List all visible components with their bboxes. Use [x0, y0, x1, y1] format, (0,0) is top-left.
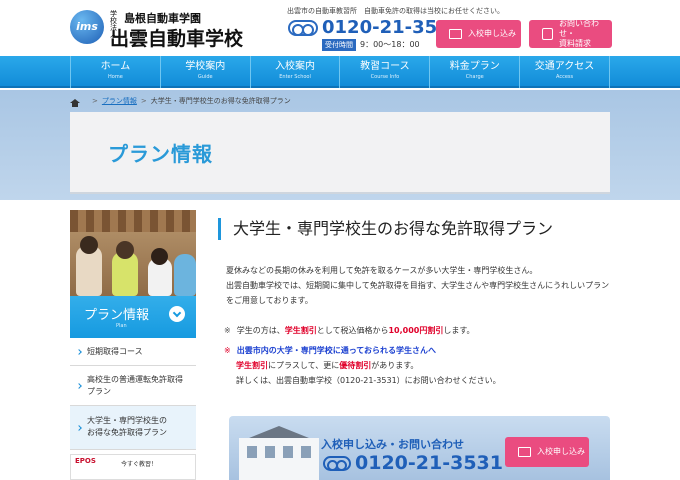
sidebar-heading: プラン情報 Plan	[70, 296, 196, 338]
hours-label: 受付時間	[322, 39, 356, 51]
contact-note: 詳しくは、出雲自動車学校（0120-21-3531）にお問い合わせください。	[236, 376, 501, 385]
highlight-text: 出雲市内の大学・専門学校に通っておられる学生さんへ	[236, 346, 437, 355]
extra-discount-note: 学生割引にプラスして、更に優待割引があります。	[236, 358, 418, 373]
students-photo	[70, 210, 196, 296]
banner-text: 今すぐ教習！	[121, 461, 158, 468]
sidebar-item-university-plan[interactable]: 大学生・専門学校生の お得な免許取得プラン	[70, 406, 196, 450]
nav-item-charge[interactable]: 料金プラン Charge	[430, 56, 521, 88]
note-text: 学生の方は、	[236, 326, 285, 335]
pen-icon	[542, 28, 553, 40]
home-icon[interactable]	[70, 99, 80, 107]
highlight-text: 10,000円割引	[388, 326, 444, 335]
inquiry-label-line1: お問い合わせ・	[559, 19, 599, 38]
site-header: ims 学校法人 島根自動車学園 出雲自動車学校 出雲市の自動車教習所 自動車免…	[0, 0, 680, 56]
sidebar-heading-label: プラン情報	[84, 308, 150, 323]
computer-icon	[518, 447, 531, 457]
contact-apply-button-label: 入校申し込み	[537, 447, 585, 456]
nav-item-access[interactable]: 交通アクセス Access	[520, 56, 610, 88]
nav-label: ホーム	[100, 61, 131, 72]
highlight-text: 学生割引	[236, 361, 268, 370]
intro-line: をご用意しております。	[226, 296, 313, 305]
note-text: として税込価格から	[316, 326, 389, 335]
intro-line: 夏休みなどの長期の休みを利用して免許を取るケースが多い大学生・専門学校生さん。	[226, 266, 538, 275]
highlight-text: 優待割引	[339, 361, 372, 370]
header-note: 出雲市の自動車教習所 自動車免許の取得は当校にお任せください。	[287, 7, 504, 15]
sidebar-item-label-line1: 大学生・専門学校生の	[87, 416, 167, 425]
ims-logo-icon: ims	[70, 10, 104, 44]
content-title: 大学生・専門学校生のお得な免許取得プラン	[218, 218, 553, 240]
nav-label: 交通アクセス	[534, 61, 595, 72]
contact-phone-number[interactable]: 0120-21-3531	[355, 452, 503, 474]
nav-sublabel: Course Info	[370, 74, 400, 80]
note-text: があります。	[371, 361, 419, 370]
school-building-image	[239, 438, 319, 480]
freedial-icon	[323, 456, 351, 471]
nav-sublabel: Home	[108, 74, 123, 80]
global-nav: ホーム Home 学校案内 Guide 入校案内 Enter School 教習…	[0, 56, 680, 88]
page-title-panel: プラン情報	[70, 112, 610, 194]
inquiry-button[interactable]: お問い合わせ・ 資料請求	[529, 19, 612, 49]
chevron-down-icon[interactable]	[169, 306, 185, 322]
apply-button-label: 入校申し込み	[468, 29, 516, 38]
intro-paragraph: 夏休みなどの長期の休みを利用して免許を取るケースが多い大学生・専門学校生さん。 …	[226, 263, 616, 308]
breadcrumb-separator: >	[140, 97, 147, 105]
nav-label: 教習コース	[360, 61, 410, 72]
breadcrumb-link-plan[interactable]: プラン情報	[102, 96, 137, 106]
nav-sublabel: Charge	[465, 74, 484, 80]
nav-sublabel: Access	[555, 74, 574, 80]
highlight-text: 学生割引	[284, 326, 317, 335]
nav-sublabel: Enter School	[279, 74, 311, 80]
note-mark: ※	[224, 326, 231, 335]
nav-label: 入校案内	[275, 61, 316, 72]
sidebar-item-label-line2: お得な免許取得プラン	[87, 428, 167, 437]
local-student-note: ※ 出雲市内の大学・専門学校に通っておられる学生さんへ	[224, 343, 436, 358]
site-logo[interactable]: ims 学校法人 島根自動車学園 出雲自動車学校	[70, 10, 245, 50]
contact-box: 入校申し込み・お問い合わせ 0120-21-3531 入校申し込み	[229, 416, 610, 480]
contact-box-title: 入校申し込み・お問い合わせ	[321, 438, 464, 451]
breadcrumb-separator: >	[92, 97, 98, 105]
page-title: プラン情報	[108, 142, 213, 166]
logo-title: 出雲自動車学校	[110, 28, 244, 50]
sidebar-item-label: 短期取得コース	[87, 347, 143, 356]
inquiry-button-label: お問い合わせ・ 資料請求	[559, 19, 612, 49]
nav-label: 学校案内	[185, 61, 226, 72]
sidebar-item-short-course[interactable]: 短期取得コース	[70, 338, 196, 366]
sidebar-heading-sub: Plan	[116, 323, 127, 329]
nav-item-course[interactable]: 教習コース Course Info	[340, 56, 431, 88]
contact-apply-button[interactable]: 入校申し込み	[505, 437, 589, 467]
nav-item-enter[interactable]: 入校案内 Enter School	[251, 56, 341, 88]
note-mark: ※	[224, 346, 231, 355]
sidebar-item-label-line1: 高校生の普通運転免許取得	[87, 375, 183, 384]
sidebar-item-label-line2: プラン	[87, 387, 111, 396]
breadcrumb-current: 大学生・専門学校生のお得な免許取得プラン	[150, 97, 291, 105]
freedial-icon	[288, 20, 318, 36]
intro-line: 出雲自動車学校では、短期間に集中して免許取得を目指す、大学生さんや専門学校生さん…	[226, 281, 610, 290]
epos-logo: EPOS	[75, 457, 96, 465]
hours-value: 9：00～18：00	[360, 40, 420, 49]
breadcrumb: > プラン情報 > 大学生・専門学校生のお得な免許取得プラン	[70, 96, 291, 107]
nav-item-guide[interactable]: 学校案内 Guide	[161, 56, 251, 88]
note-text: します。	[443, 326, 475, 335]
inquiry-label-line2: 資料請求	[559, 39, 591, 48]
nav-sublabel: Guide	[197, 74, 213, 80]
sidebar-item-highschool-plan[interactable]: 高校生の普通運転免許取得 プラン	[70, 366, 196, 406]
nav-item-home[interactable]: ホーム Home	[71, 56, 161, 88]
apply-button[interactable]: 入校申し込み	[436, 20, 521, 48]
epos-banner[interactable]: EPOS 今すぐ教習！	[70, 454, 196, 480]
computer-icon	[449, 29, 462, 39]
note-text: にプラスして、更に	[268, 361, 340, 370]
nav-label: 料金プラン	[449, 61, 500, 72]
discount-note: ※ 学生の方は、学生割引として税込価格から10,000円割引します。	[224, 323, 475, 338]
